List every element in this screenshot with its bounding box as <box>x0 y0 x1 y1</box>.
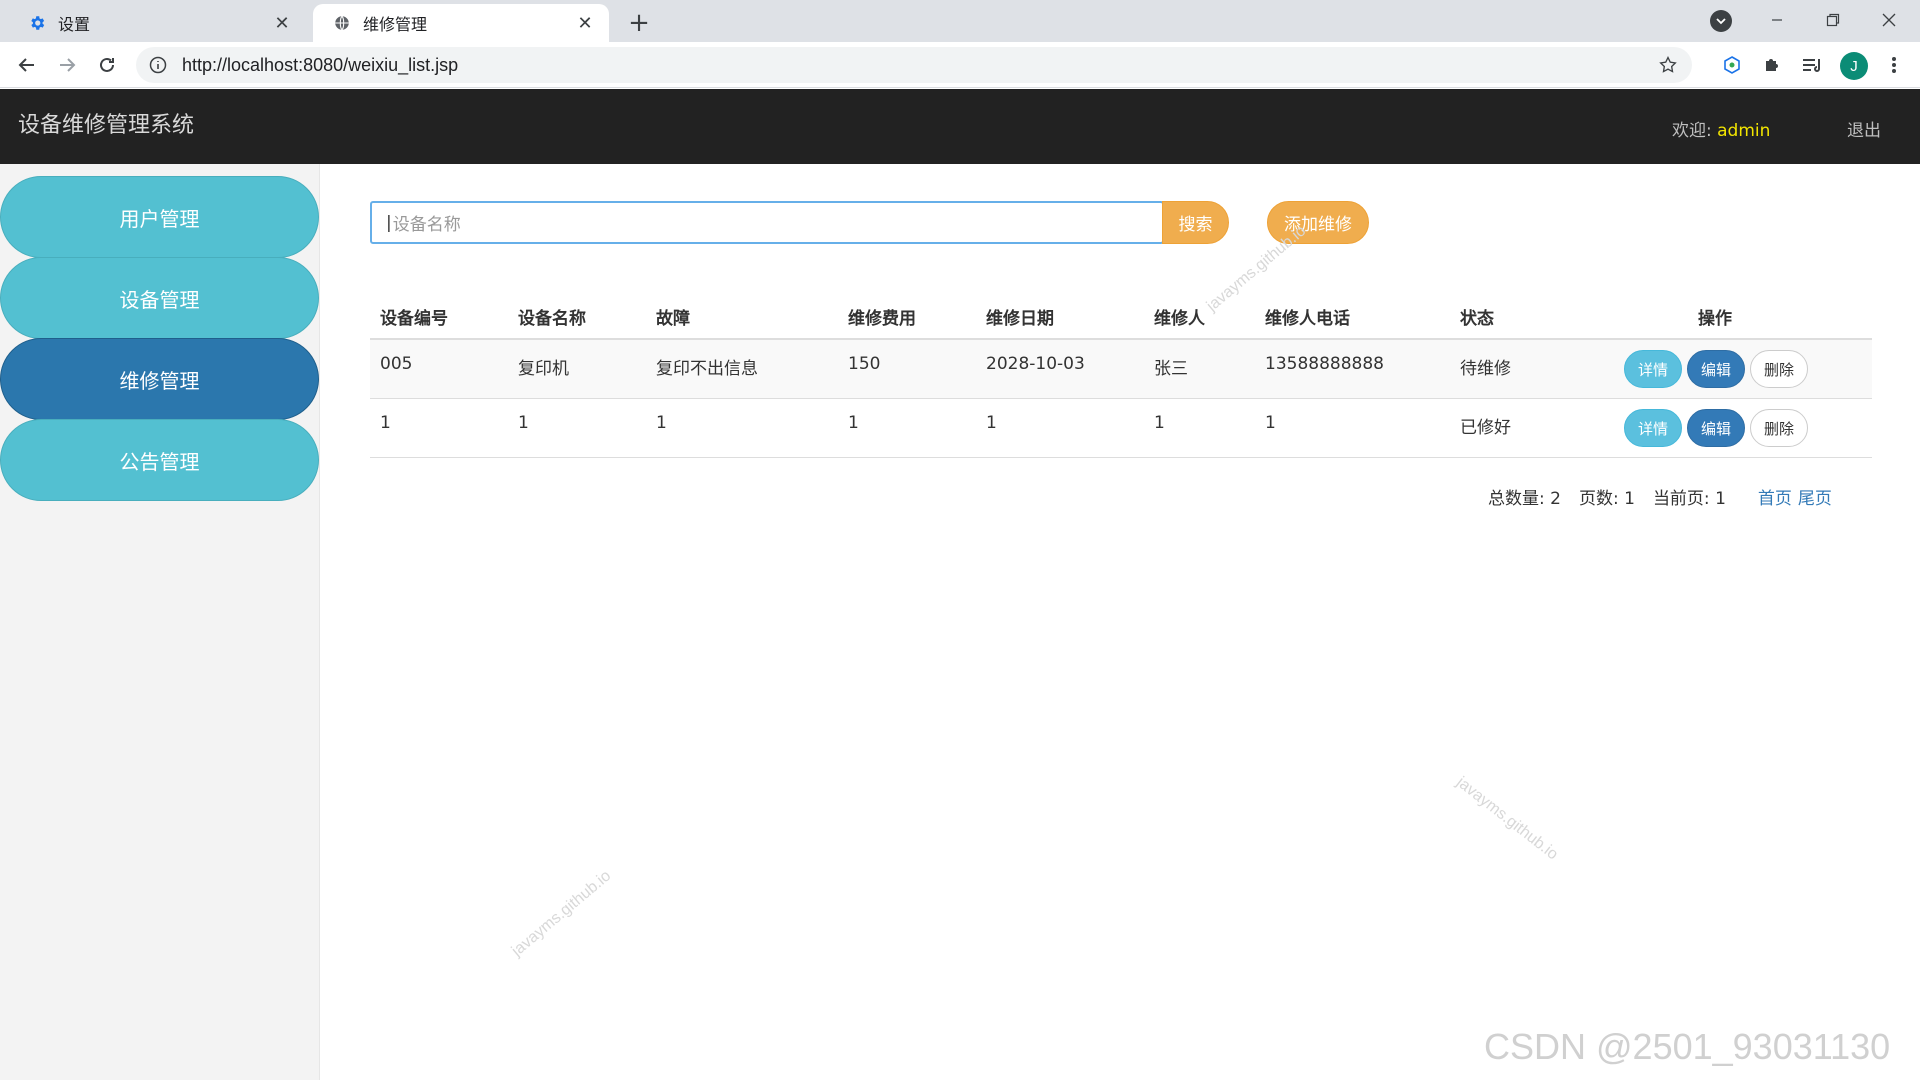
sidebar: 用户管理 设备管理 维修管理 公告管理 <box>0 164 320 1080</box>
close-icon[interactable]: ✕ <box>270 11 294 35</box>
chevron-down-icon[interactable] <box>1710 10 1732 32</box>
welcome-label: 欢迎: <box>1672 121 1712 141</box>
column-header: 状态 <box>1460 309 1494 329</box>
table-row: 005 复印机 复印不出信息 150 2028-10-03 张三 1358888… <box>370 340 1872 399</box>
new-tab-icon[interactable]: + <box>624 8 654 38</box>
pages-value: 1 <box>1624 489 1635 509</box>
detail-button[interactable]: 详情 <box>1624 350 1682 388</box>
total-value: 2 <box>1550 489 1561 509</box>
sidebar-item-notices[interactable]: 公告管理 <box>0 419 319 501</box>
logout-link[interactable]: 退出 <box>1847 116 1881 141</box>
table-cell: 1 <box>1154 413 1165 433</box>
table-cell: 2028-10-03 <box>986 354 1085 374</box>
browser-tab-weixiu[interactable]: 维修管理 ✕ <box>313 4 609 42</box>
table-cell: 1 <box>380 413 391 433</box>
table-cell: 1 <box>1265 413 1276 433</box>
table-row: 1 1 1 1 1 1 1 已修好 详情 编辑 删除 <box>370 399 1872 458</box>
current-label: 当前页: <box>1652 489 1710 509</box>
welcome-text: 欢迎: admin <box>1672 116 1770 141</box>
search-placeholder: 设备名称 <box>392 215 461 235</box>
first-page-link[interactable]: 首页 <box>1758 484 1792 509</box>
delete-button[interactable]: 删除 <box>1750 350 1808 388</box>
column-header: 设备编号 <box>380 309 448 329</box>
table-cell: 13588888888 <box>1265 354 1384 374</box>
sidebar-item-devices[interactable]: 设备管理 <box>0 257 319 339</box>
back-arrow-icon[interactable] <box>11 49 43 81</box>
window-close-icon[interactable] <box>1866 4 1912 36</box>
menu-dots-icon[interactable] <box>1880 51 1908 79</box>
last-page-link[interactable]: 尾页 <box>1798 484 1832 509</box>
column-header: 维修人 <box>1154 309 1205 329</box>
brand-title[interactable]: 设备维修管理系统 <box>18 107 194 139</box>
search-button[interactable]: 搜索 <box>1162 201 1229 244</box>
column-header: 故障 <box>656 309 690 329</box>
gear-icon <box>26 12 48 34</box>
restore-icon[interactable] <box>1810 4 1856 36</box>
url-text[interactable]: http://localhost:8080/weixiu_list.jsp <box>182 55 1656 76</box>
table-cell: 1 <box>848 413 859 433</box>
globe-icon <box>331 12 353 34</box>
forward-arrow-icon[interactable] <box>51 49 83 81</box>
table-cell: 已修好 <box>1460 418 1511 438</box>
text-cursor: | <box>386 212 392 233</box>
table-cell: 复印机 <box>518 359 569 379</box>
table-cell: 1 <box>518 413 529 433</box>
detail-button[interactable]: 详情 <box>1624 409 1682 447</box>
pager-links: 首页 尾页 <box>1758 484 1832 509</box>
site-watermark: javayms.github.io <box>1453 773 1562 864</box>
total-label: 总数量: <box>1488 489 1545 509</box>
pagination: 总数量: 2 页数: 1 当前页: 1 首页 尾页 <box>1488 484 1832 509</box>
sidebar-item-repairs[interactable]: 维修管理 <box>0 338 319 420</box>
table-cell: 005 <box>380 354 413 374</box>
row-actions: 详情 编辑 删除 <box>1624 409 1808 447</box>
row-actions: 详情 编辑 删除 <box>1624 350 1808 388</box>
browser-toolbar: http://localhost:8080/weixiu_list.jsp <box>0 42 1920 88</box>
search-input[interactable]: | 设备名称 <box>370 201 1164 244</box>
info-icon[interactable] <box>148 55 168 75</box>
browser-tabstrip: 设置 ✕ 维修管理 ✕ + <box>0 0 1920 42</box>
extension-hex-icon[interactable] <box>1718 51 1746 79</box>
tab-title: 设置 <box>58 15 91 34</box>
site-watermark: javayms.github.io <box>508 867 615 960</box>
column-header: 维修费用 <box>848 309 916 329</box>
table-cell: 1 <box>986 413 997 433</box>
edit-button[interactable]: 编辑 <box>1687 350 1745 388</box>
current-page: 当前页: 1 <box>1653 484 1726 509</box>
page-count: 页数: 1 <box>1579 484 1635 509</box>
table-cell: 待维修 <box>1460 359 1511 379</box>
total-count: 总数量: 2 <box>1488 484 1561 509</box>
table-cell: 张三 <box>1154 359 1188 379</box>
column-header: 设备名称 <box>518 309 586 329</box>
star-icon[interactable] <box>1656 53 1680 77</box>
puzzle-icon[interactable] <box>1758 51 1786 79</box>
repair-table: 设备编号 设备名称 故障 维修费用 维修日期 维修人 维修人电话 状态 操作 0… <box>370 292 1872 458</box>
tab-title: 维修管理 <box>363 15 428 34</box>
username: admin <box>1717 121 1771 141</box>
csdn-watermark: CSDN @2501_93031130 <box>1484 1026 1891 1067</box>
column-header: 维修人电话 <box>1265 309 1350 329</box>
reload-icon[interactable] <box>91 49 123 81</box>
minimize-icon[interactable] <box>1754 4 1800 36</box>
table-header: 设备编号 设备名称 故障 维修费用 维修日期 维修人 维修人电话 状态 操作 <box>370 292 1872 340</box>
profile-avatar[interactable]: J <box>1840 52 1868 80</box>
sidebar-item-users[interactable]: 用户管理 <box>0 176 319 258</box>
current-value: 1 <box>1715 489 1726 509</box>
close-icon[interactable]: ✕ <box>573 11 597 35</box>
column-header: 操作 <box>1698 309 1732 329</box>
table-cell: 复印不出信息 <box>656 359 758 379</box>
app-header: 设备维修管理系统 欢迎: admin 退出 <box>0 89 1920 164</box>
column-header: 维修日期 <box>986 309 1054 329</box>
pages-label: 页数: <box>1578 489 1619 509</box>
table-cell: 150 <box>848 354 881 374</box>
delete-button[interactable]: 删除 <box>1750 409 1808 447</box>
browser-tab-settings[interactable]: 设置 ✕ <box>8 4 306 42</box>
edit-button[interactable]: 编辑 <box>1687 409 1745 447</box>
table-cell: 1 <box>656 413 667 433</box>
reading-list-icon[interactable] <box>1798 51 1826 79</box>
address-bar[interactable]: http://localhost:8080/weixiu_list.jsp <box>136 47 1692 83</box>
